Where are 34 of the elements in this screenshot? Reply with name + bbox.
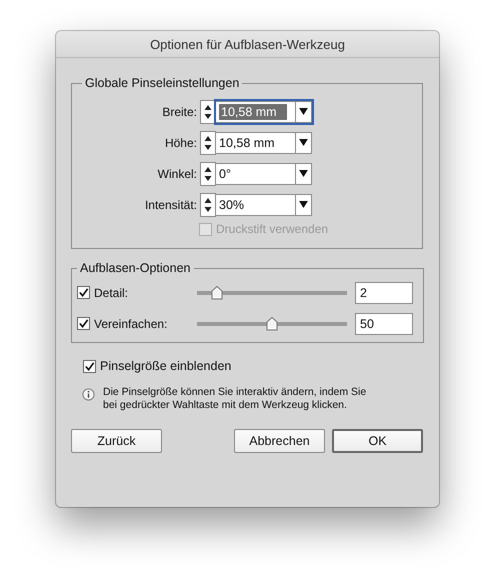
info-icon [82,388,95,401]
window-title: Optionen für Aufblasen-Werkzeug [150,36,345,52]
field-label: Breite: [161,104,198,118]
checkbox[interactable] [77,317,90,330]
slider-thumb[interactable] [210,286,222,300]
dialog-button[interactable]: Abbrechen [234,429,325,453]
spinner-icon[interactable] [200,192,216,216]
field-label: Intensität: [144,198,198,212]
number-field[interactable]: 50 [355,312,413,334]
checkbox-label: Pinselgröße einblenden [100,359,232,373]
checkbox[interactable] [77,286,90,299]
combo-field[interactable]: 30% [216,194,312,216]
dialog-button[interactable]: Zurück [71,429,162,453]
dropdown-icon [299,170,308,177]
spinner-icon[interactable] [200,130,216,154]
combo-field[interactable]: 0° [216,162,312,184]
field-label: Höhe: [164,136,198,150]
field-label: Winkel: [156,166,198,180]
group-title: Globale Pinseleinstellungen [84,76,240,90]
dialog-button[interactable]: OK [332,429,423,453]
dropdown-icon [299,139,308,146]
checkbox-label: Druckstift verwenden [216,222,328,236]
group-title: Aufblasen-Optionen [79,261,192,275]
dropdown-icon [299,108,308,115]
info-text: Die Pinselgröße können Sie interaktiv ändern, indem Sie bei gedrückter Wahltaste mit dem Werkzeug klicken. [103,386,368,412]
checkbox-label: Detail: [94,286,128,300]
slider-thumb[interactable] [266,316,278,330]
spinner-icon[interactable] [200,162,216,186]
number-field[interactable]: 2 [355,282,413,304]
checkbox-label: Vereinfachen: [94,316,168,330]
checkbox[interactable] [83,360,96,372]
combo-field[interactable]: 10,58 mm [216,100,312,122]
combo-field[interactable]: 10,58 mm [216,132,312,154]
dropdown-icon [299,201,308,208]
